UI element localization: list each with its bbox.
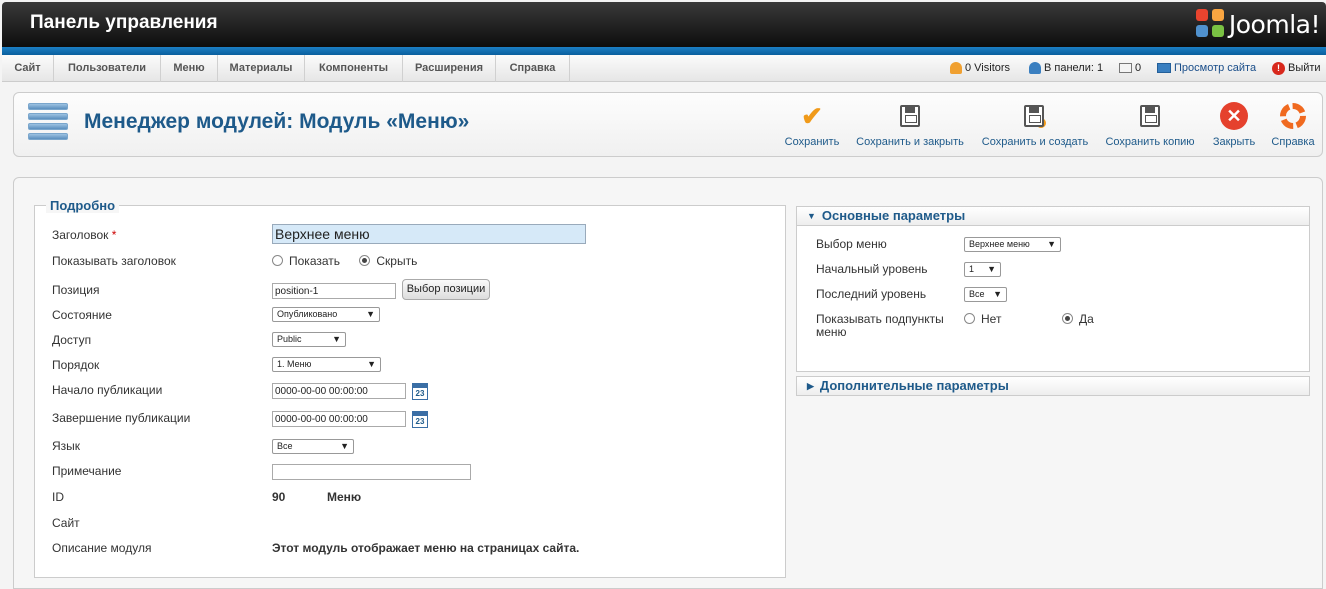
show-subitems-yes: Да <box>1062 312 1094 326</box>
order-select[interactable]: 1. Меню ▼ <box>272 357 381 372</box>
menu-item-components[interactable]: Компоненты <box>305 55 403 82</box>
show-title-label: Показывать заголовок <box>52 254 176 268</box>
position-input[interactable] <box>272 283 396 299</box>
publish-up-input[interactable] <box>272 383 406 399</box>
end-level-label: Последний уровень <box>816 287 927 301</box>
triangle-right-icon: ▶ <box>807 381 814 391</box>
access-select[interactable]: Public ▼ <box>272 332 346 347</box>
show-title-radio-hide[interactable] <box>359 255 371 266</box>
title-label: Заголовок * <box>52 228 117 242</box>
save-button[interactable]: ✔ Сохранить <box>784 100 840 149</box>
save-new-button[interactable]: Сохранить и создать <box>980 101 1090 148</box>
logout-icon: ! <box>1272 61 1285 75</box>
description-label: Описание модуля <box>52 541 152 555</box>
start-level-select[interactable]: 1 ▼ <box>964 262 1001 277</box>
main-menu-bar: Сайт Пользователи Меню Материалы Компоне… <box>2 55 1326 82</box>
position-label: Позиция <box>52 283 100 297</box>
admin-user-icon <box>1029 62 1041 75</box>
end-level-select[interactable]: Все ▼ <box>964 287 1007 302</box>
menu-item-menus[interactable]: Меню <box>161 55 218 82</box>
language-label: Язык <box>52 439 81 453</box>
module-manager-icon <box>28 103 68 145</box>
show-subitems-radio-no[interactable] <box>964 313 975 324</box>
calendar-icon[interactable]: 23 <box>412 411 428 428</box>
menu-item-content[interactable]: Материалы <box>218 55 305 82</box>
mail-icon <box>1119 63 1132 74</box>
chevron-down-icon: ▼ <box>340 441 349 451</box>
site-label: Сайт <box>52 516 80 530</box>
visitors-status: 0 Visitors <box>950 55 1010 82</box>
view-site-link[interactable]: Просмотр сайта <box>1157 55 1256 82</box>
chevron-down-icon: ▼ <box>987 264 996 274</box>
toolbar-panel: Менеджер модулей: Модуль «Меню» ✔ Сохран… <box>13 92 1323 157</box>
id-label: ID <box>52 490 64 504</box>
monitor-icon <box>1157 63 1171 74</box>
publish-down-input[interactable] <box>272 411 406 427</box>
save-copy-disk-icon <box>1140 105 1160 127</box>
page-title: Менеджер модулей: Модуль «Меню» <box>84 110 470 133</box>
menu-item-help[interactable]: Справка <box>496 55 570 82</box>
joomla-logo: Joomla! <box>1195 6 1321 42</box>
lifebuoy-icon <box>1280 103 1306 129</box>
select-position-button[interactable]: Выбор позиции <box>402 279 490 300</box>
start-level-label: Начальный уровень <box>816 262 928 276</box>
access-label: Доступ <box>52 333 92 347</box>
calendar-icon[interactable]: 23 <box>412 383 428 400</box>
module-type-value: Меню <box>327 490 362 504</box>
publish-down-label: Завершение публикации <box>52 411 191 425</box>
save-new-disk-icon <box>1024 105 1044 127</box>
joomla-logo-text: Joomla! <box>1228 9 1321 39</box>
show-title-radio-group: Показать Скрыть <box>272 254 417 268</box>
close-button[interactable]: ✕ Закрыть <box>1210 101 1258 148</box>
menu-item-site[interactable]: Сайт <box>2 55 54 82</box>
logout-link[interactable]: ! Выйти <box>1272 55 1321 82</box>
close-icon: ✕ <box>1220 102 1248 130</box>
description-value: Этот модуль отображает меню на страницах… <box>272 541 580 555</box>
title-input[interactable] <box>272 224 586 244</box>
show-subitems-label: Показывать подпункты меню <box>816 312 944 339</box>
chevron-down-icon: ▼ <box>332 334 341 344</box>
users-icon <box>950 62 962 75</box>
chevron-down-icon: ▼ <box>993 289 1002 299</box>
triangle-down-icon: ▼ <box>807 211 816 221</box>
note-label: Примечание <box>52 464 122 478</box>
state-label: Состояние <box>52 308 112 322</box>
chevron-down-icon: ▼ <box>366 309 375 319</box>
id-value: 90 <box>272 490 286 504</box>
show-title-radio-show[interactable] <box>272 255 283 266</box>
help-button[interactable]: Справка <box>1269 101 1317 148</box>
show-subitems-radio-yes[interactable] <box>1062 313 1073 324</box>
header-title: Панель управления <box>30 12 218 33</box>
save-close-button[interactable]: Сохранить и закрыть <box>855 101 965 148</box>
save-copy-button[interactable]: Сохранить копию <box>1104 101 1196 148</box>
publish-up-label: Начало публикации <box>52 383 163 397</box>
joomla-flower-icon <box>1195 9 1226 39</box>
header-accent-bar <box>2 47 1326 55</box>
admins-status: В панели: 1 <box>1029 55 1103 82</box>
show-subitems-no: Нет <box>964 312 1001 326</box>
save-disk-icon <box>900 105 920 127</box>
menu-select[interactable]: Верхнее меню ▼ <box>964 237 1061 252</box>
chevron-down-icon: ▼ <box>367 359 376 369</box>
state-select[interactable]: Опубликовано ▼ <box>272 307 380 322</box>
menu-item-users[interactable]: Пользователи <box>54 55 161 82</box>
basic-params-toggle[interactable]: ▼ Основные параметры <box>796 206 1310 226</box>
details-legend: Подробно <box>46 198 120 213</box>
advanced-params-toggle[interactable]: ▶ Дополнительные параметры <box>796 376 1310 396</box>
chevron-down-icon: ▼ <box>1047 239 1056 249</box>
language-select[interactable]: Все ▼ <box>272 439 354 454</box>
checkmark-icon: ✔ <box>801 100 823 131</box>
header-bar: Панель управления Joomla! <box>2 2 1326 47</box>
note-input[interactable] <box>272 464 471 480</box>
messages-status[interactable]: 0 <box>1119 55 1141 82</box>
order-label: Порядок <box>52 358 100 372</box>
menu-item-extensions[interactable]: Расширения <box>403 55 496 82</box>
menu-select-label: Выбор меню <box>816 237 887 251</box>
